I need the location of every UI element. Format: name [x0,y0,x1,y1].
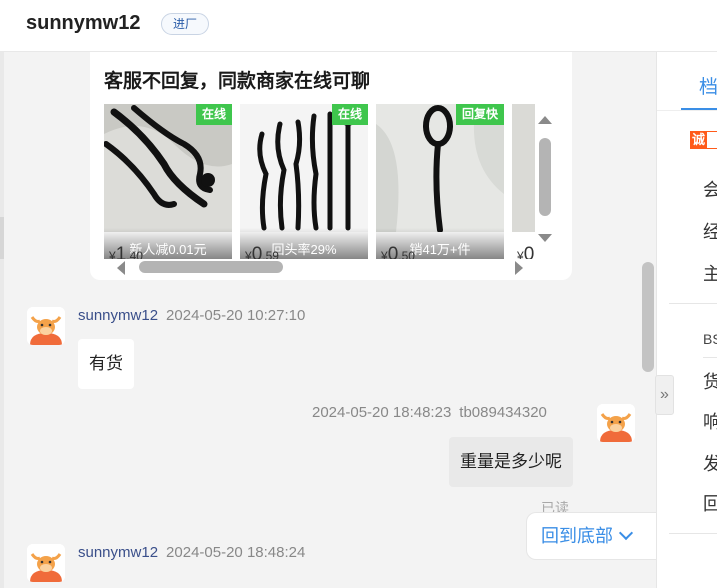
product-list: 在线 新人减0.01元 ¥1.40 在线 回头率29% ¥0.59 回复快 销4… [104,104,535,259]
product-badge: 在线 [195,104,232,125]
card-title: 客服不回复，同款商家在线可聊 [104,71,371,92]
info-row: 会 [703,176,717,202]
message-meta: 2024-05-20 18:48:23 tb089434320 [312,404,547,421]
sender-name: sunnymw12 [78,307,159,324]
info-row: 回 [703,490,717,516]
scroll-right-icon[interactable] [515,261,523,275]
chevron-down-icon [618,525,634,541]
chat-scrollbar[interactable] [641,52,655,588]
product-price: ¥0 [517,244,535,259]
message-meta: sunnymw12 2024-05-20 18:48:24 [78,544,305,561]
product-item[interactable]: 在线 新人减0.01元 ¥1.40 [104,104,232,259]
product-vertical-scrollbar[interactable] [537,110,553,250]
product-badge: 在线 [331,104,368,125]
product-image [512,104,535,232]
info-row: BS [703,331,717,347]
scroll-left-icon[interactable] [117,261,125,275]
message-time: 2024-05-20 18:48:24 [166,544,306,561]
divider [657,110,717,111]
tab-archive[interactable]: 档 [699,72,717,99]
message-bubble[interactable]: 有货 [78,339,134,389]
chat-header: sunnymw12 进厂 [0,0,717,52]
scroll-thumb[interactable] [139,261,283,273]
message-time: 2024-05-20 18:48:23 [312,404,452,421]
message-meta: sunnymw12 2024-05-20 10:27:10 [78,307,305,324]
shop-badge-tail [707,131,717,149]
product-badge: 回复快 [455,104,504,125]
back-to-bottom-button[interactable]: 回到底部 [526,512,658,560]
info-row: 响 [703,408,717,434]
product-price: ¥1.40 [109,244,143,259]
info-row: 主 [703,260,717,286]
contact-tag[interactable]: 进厂 [161,13,210,35]
product-item[interactable]: 回复快 销41万+件 ¥0.50 [376,104,504,259]
product-price: ¥0.50 [381,244,415,259]
product-item[interactable]: ¥0 [512,104,535,259]
product-price: ¥0.59 [245,244,279,259]
left-edge-handle[interactable] [0,217,4,259]
divider [703,357,717,358]
cow-avatar-icon[interactable] [597,404,635,442]
info-row: 货 [703,368,717,394]
cow-avatar-icon[interactable] [27,544,65,582]
message-time: 2024-05-20 10:27:10 [166,307,306,324]
info-row: 经 [703,218,717,244]
scroll-down-icon[interactable] [538,234,552,242]
left-edge-bar [0,52,4,588]
double-chevron-right-icon[interactable]: » [655,375,674,415]
right-info-panel: 档 诚 会 经 主 BS 货 响 发 回 [656,52,717,588]
scroll-up-icon[interactable] [538,116,552,124]
divider [669,533,717,534]
sender-id: tb089434320 [459,404,547,421]
contact-name: sunnymw12 [26,12,141,34]
product-item[interactable]: 在线 回头率29% ¥0.59 [240,104,368,259]
recommendation-card: 客服不回复，同款商家在线可聊 在线 新人减0.01元 ¥1.40 在线 回头率2… [90,52,572,280]
shop-badge-icon: 诚 [690,131,708,149]
back-to-bottom-label: 回到底部 [541,526,613,546]
info-row: 发 [703,450,717,476]
message-bubble[interactable]: 重量是多少呢 [449,437,573,487]
sender-name: sunnymw12 [78,544,159,561]
divider [669,303,717,304]
product-horizontal-scrollbar[interactable] [115,259,525,275]
cow-avatar-icon[interactable] [27,307,65,345]
scroll-thumb[interactable] [539,138,551,216]
chat-scroll-thumb[interactable] [642,262,654,372]
